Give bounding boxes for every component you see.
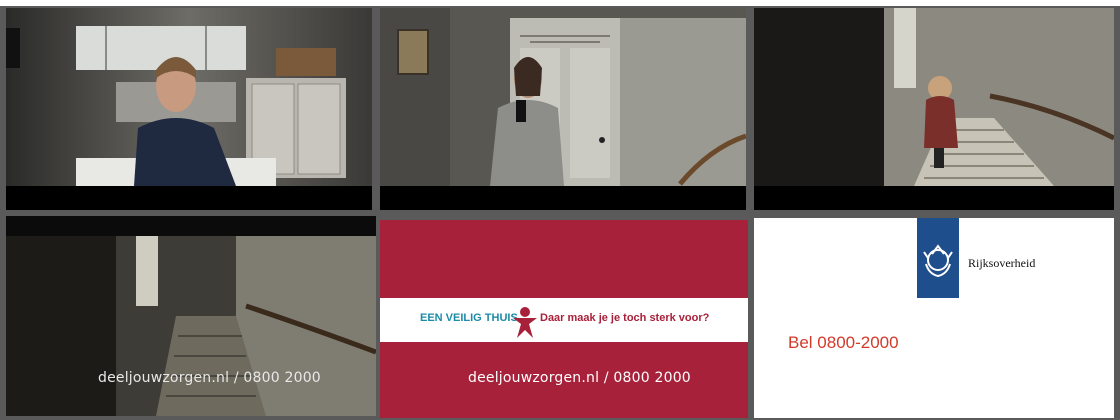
- campaign-title: EEN VEILIG THUIS: [420, 312, 518, 324]
- boy-scene-illustration: [6, 8, 372, 210]
- url-caption: deeljouwzorgen.nl / 0800 2000: [468, 370, 691, 386]
- still-woman-in-hallway: [380, 8, 746, 210]
- government-card: Rijksoverheid Bel 0800-2000: [754, 218, 1114, 418]
- woman-scene-illustration: [380, 8, 746, 210]
- url-caption: deeljouwzorgen.nl / 0800 2000: [98, 370, 321, 386]
- rijksoverheid-logo: [917, 218, 959, 298]
- stairs-scene-illustration: [754, 8, 1114, 210]
- still-boy-on-bed: [6, 8, 372, 210]
- campaign-slogan-band: EEN VEILIG THUIS Daar maak je je toch st…: [380, 298, 748, 342]
- top-strip: [0, 0, 1120, 6]
- still-empty-stairs: deeljouwzorgen.nl / 0800 2000: [6, 216, 376, 416]
- organization-name: Rijksoverheid: [968, 256, 1036, 270]
- person-figure-icon: [513, 307, 537, 338]
- still-woman-on-stairs: [754, 8, 1114, 210]
- campaign-slogan: Daar maak je je toch sterk voor?: [540, 312, 710, 324]
- phone-number: Bel 0800-2000: [788, 333, 899, 352]
- campaign-card: EEN VEILIG THUIS Daar maak je je toch st…: [380, 220, 748, 418]
- empty-stairs-illustration: [6, 216, 376, 416]
- coat-of-arms-icon: [923, 244, 953, 278]
